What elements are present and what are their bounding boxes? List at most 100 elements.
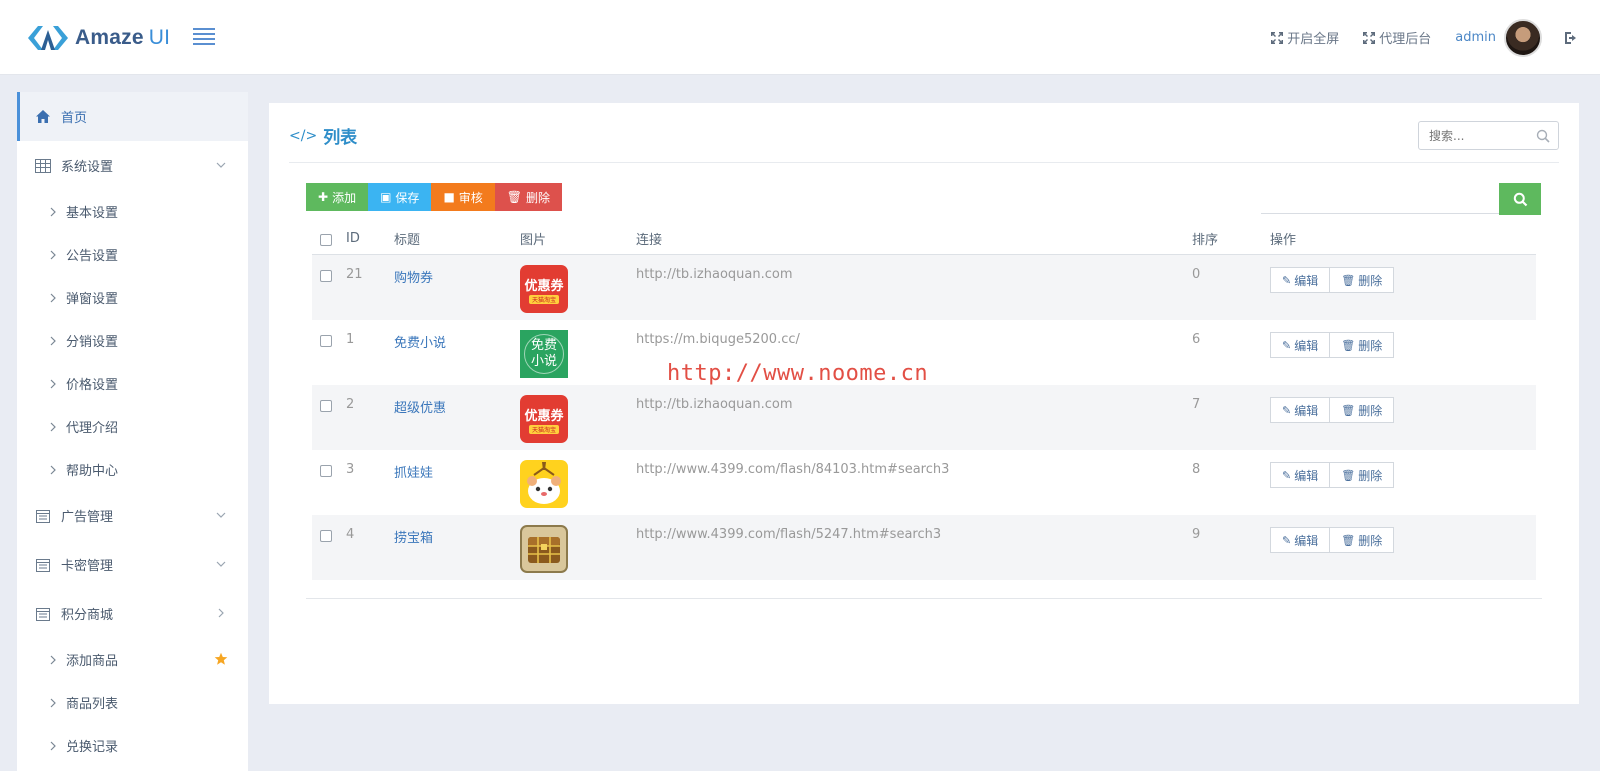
hamster-icon bbox=[527, 462, 561, 504]
sidebar-subitem-label: 兑换记录 bbox=[66, 740, 119, 755]
logo[interactable]: Amaze UI bbox=[26, 22, 170, 54]
treasure-chest-icon bbox=[528, 537, 560, 563]
sidebar: 首页 系统设置 基本设置 公告设置 弹窗设置 分销设置 价格设置 代理介绍 帮助… bbox=[17, 92, 248, 771]
header-checkbox-cell bbox=[312, 231, 346, 246]
delete-label: 删除 bbox=[1358, 273, 1383, 288]
table-icon bbox=[35, 158, 51, 173]
row-delete-button[interactable]: 🗑 删除 bbox=[1330, 527, 1395, 553]
table-row: 21 购物券 优惠券 天猫淘宝 http://tb.izhaoquan.com 0… bbox=[312, 255, 1536, 320]
agent-backend-button[interactable]: 代理后台 bbox=[1363, 28, 1431, 47]
row-edit-button[interactable]: ✎ 编辑 bbox=[1270, 332, 1331, 358]
expand-icon bbox=[1363, 31, 1376, 44]
treasure-chest-thumbnail bbox=[520, 525, 568, 573]
header-ops: 操作 bbox=[1270, 233, 1297, 248]
audit-button[interactable]: ■ 审核 bbox=[431, 183, 495, 211]
row-ops: ✎ 编辑 🗑 删除 bbox=[1270, 527, 1536, 553]
row-edit-button[interactable]: ✎ 编辑 bbox=[1270, 267, 1331, 293]
sidebar-subitem-label: 帮助中心 bbox=[66, 464, 119, 479]
sidebar-subitem-price-settings[interactable]: 价格设置 bbox=[17, 362, 248, 405]
toolbar: ✚ 添加 ▣ 保存 ■ 审核 🗑 删除 bbox=[306, 183, 563, 211]
table-search-button[interactable] bbox=[1499, 183, 1541, 215]
trash-icon: 🗑 bbox=[1341, 533, 1356, 547]
calendar-icon bbox=[36, 558, 50, 572]
panel-divider bbox=[289, 162, 1559, 163]
sidebar-item-card-management[interactable]: 卡密管理 bbox=[17, 540, 248, 589]
row-checkbox[interactable] bbox=[320, 270, 332, 282]
row-link: http://tb.izhaoquan.com bbox=[636, 397, 793, 412]
row-checkbox[interactable] bbox=[320, 465, 332, 477]
save-button[interactable]: ▣ 保存 bbox=[368, 183, 432, 211]
avatar[interactable] bbox=[1504, 18, 1542, 57]
delete-button[interactable]: 🗑 删除 bbox=[494, 183, 563, 211]
row-delete-button[interactable]: 🗑 删除 bbox=[1330, 267, 1395, 293]
trash-icon: 🗑 bbox=[1341, 468, 1356, 482]
row-checkbox[interactable] bbox=[320, 530, 332, 542]
top-header: Amaze UI 开启全屏 代理后台 admin bbox=[0, 0, 1600, 75]
save-icon: ▣ bbox=[380, 190, 392, 204]
sidebar-item-ad-management[interactable]: 广告管理 bbox=[17, 491, 248, 540]
row-title-link[interactable]: 购物券 bbox=[394, 271, 433, 286]
page-title-text: 列表 bbox=[323, 128, 358, 148]
add-button[interactable]: ✚ 添加 bbox=[306, 183, 369, 211]
row-delete-button[interactable]: 🗑 删除 bbox=[1330, 462, 1395, 488]
row-id: 2 bbox=[346, 397, 355, 412]
table-row: 3 抓娃娃 http://www.4399.com/flash/84103.ht… bbox=[312, 450, 1536, 515]
sidebar-item-home[interactable]: 首页 bbox=[17, 92, 248, 141]
novel-thumbnail: 免费 小说 bbox=[520, 330, 568, 378]
row-title-link[interactable]: 超级优惠 bbox=[394, 401, 446, 416]
fullscreen-button[interactable]: 开启全屏 bbox=[1271, 28, 1339, 47]
plus-icon: ✚ bbox=[318, 190, 329, 204]
row-title-link[interactable]: 抓娃娃 bbox=[394, 466, 433, 481]
row-edit-button[interactable]: ✎ 编辑 bbox=[1270, 397, 1331, 423]
row-ops: ✎ 编辑 🗑 删除 bbox=[1270, 462, 1536, 488]
sidebar-subitem-exchange-records[interactable]: 兑换记录 bbox=[17, 724, 248, 767]
sidebar-subitem-label: 公告设置 bbox=[66, 249, 119, 264]
sidebar-item-label: 卡密管理 bbox=[61, 559, 114, 574]
sidebar-item-label: 广告管理 bbox=[61, 510, 114, 525]
search-icon[interactable] bbox=[1536, 129, 1550, 143]
row-sort: 7 bbox=[1192, 397, 1201, 412]
thumb-subtext: 天猫淘宝 bbox=[528, 424, 559, 434]
sidebar-subitem-product-list[interactable]: 商品列表 bbox=[17, 681, 248, 724]
sidebar-subitem-agent-intro[interactable]: 代理介绍 bbox=[17, 405, 248, 448]
sidebar-subitem-basic-settings[interactable]: 基本设置 bbox=[17, 190, 248, 233]
menu-toggle-icon[interactable] bbox=[193, 28, 215, 46]
panel-search-input[interactable] bbox=[1429, 128, 1529, 143]
row-checkbox-cell bbox=[312, 267, 346, 282]
edit-icon: ✎ bbox=[1282, 468, 1292, 482]
sidebar-subitem-label: 弹窗设置 bbox=[66, 292, 119, 307]
sidebar-subitem-help-center[interactable]: 帮助中心 bbox=[17, 448, 248, 491]
admin-username[interactable]: admin bbox=[1455, 30, 1496, 45]
coupon-thumbnail: 优惠券 天猫淘宝 bbox=[520, 395, 568, 443]
thumb-text: 优惠券 bbox=[524, 278, 564, 294]
claw-machine-thumbnail bbox=[520, 460, 568, 508]
watermark-text: http://www.noome.cn bbox=[667, 361, 929, 386]
sidebar-subitem-notice-settings[interactable]: 公告设置 bbox=[17, 233, 248, 276]
table-search-input[interactable] bbox=[1261, 213, 1499, 214]
chevron-right-icon bbox=[50, 465, 56, 474]
row-delete-button[interactable]: 🗑 删除 bbox=[1330, 332, 1395, 358]
sidebar-subitem-distribution-settings[interactable]: 分销设置 bbox=[17, 319, 248, 362]
delete-label: 删除 bbox=[1358, 468, 1383, 483]
add-button-label: 添加 bbox=[332, 190, 357, 205]
sidebar-subitem-add-product[interactable]: 添加商品 bbox=[17, 638, 248, 681]
row-ops: ✎ 编辑 🗑 删除 bbox=[1270, 267, 1536, 293]
logout-icon[interactable] bbox=[1564, 31, 1580, 45]
row-title-link[interactable]: 捞宝箱 bbox=[394, 531, 433, 546]
row-title-link[interactable]: 免费小说 bbox=[394, 336, 446, 351]
row-checkbox-cell bbox=[312, 527, 346, 542]
sidebar-subitem-popup-settings[interactable]: 弹窗设置 bbox=[17, 276, 248, 319]
row-checkbox[interactable] bbox=[320, 335, 332, 347]
delete-button-label: 删除 bbox=[526, 190, 551, 205]
sidebar-item-points-mall[interactable]: 积分商城 bbox=[17, 589, 248, 638]
row-checkbox[interactable] bbox=[320, 400, 332, 412]
edit-label: 编辑 bbox=[1294, 403, 1319, 418]
row-edit-button[interactable]: ✎ 编辑 bbox=[1270, 527, 1331, 553]
sidebar-subitem-label: 分销设置 bbox=[66, 335, 119, 350]
row-delete-button[interactable]: 🗑 删除 bbox=[1330, 397, 1395, 423]
select-all-checkbox[interactable] bbox=[320, 234, 332, 246]
row-edit-button[interactable]: ✎ 编辑 bbox=[1270, 462, 1331, 488]
sidebar-item-system-settings[interactable]: 系统设置 bbox=[17, 141, 248, 190]
archive-icon: ■ bbox=[443, 190, 455, 204]
row-checkbox-cell bbox=[312, 332, 346, 347]
